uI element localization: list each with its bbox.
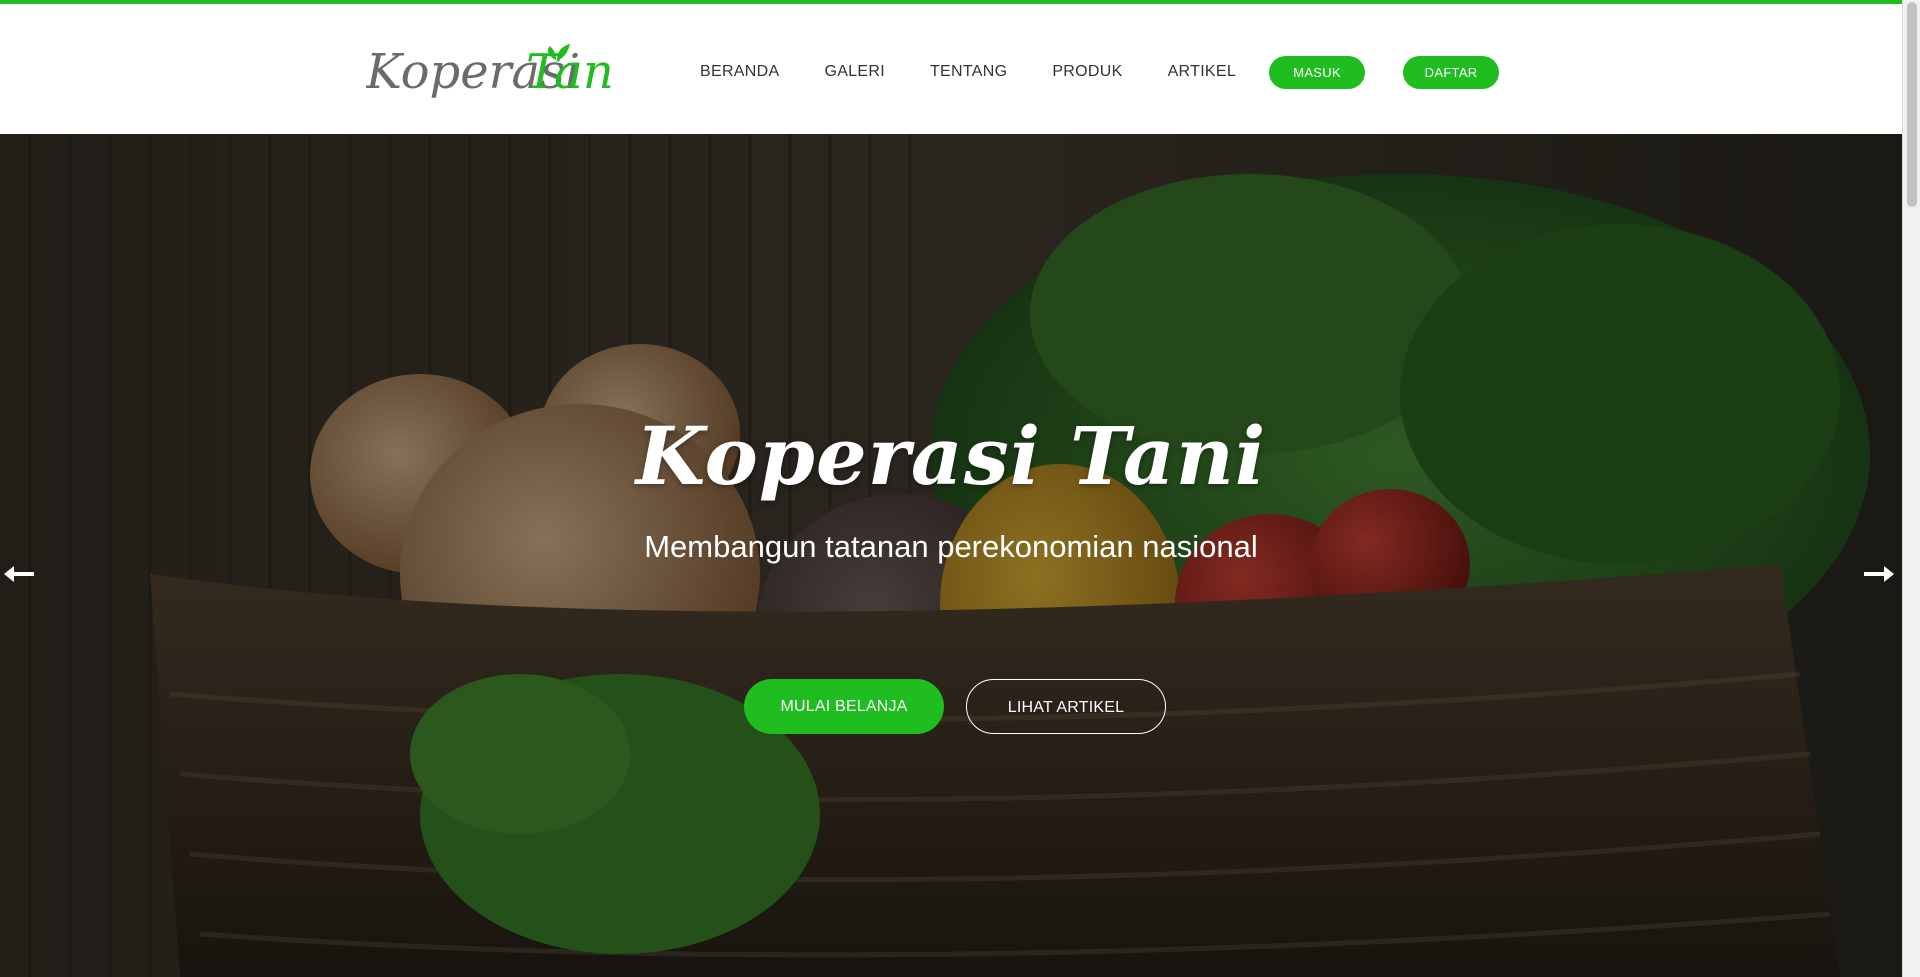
nav-produk[interactable]: PRODUK — [1052, 63, 1122, 81]
slider-prev-button[interactable] — [0, 554, 40, 594]
start-shopping-button[interactable]: MULAI BELANJA — [744, 679, 944, 734]
logo-wordmark: Koperasi Tani — [366, 44, 616, 100]
hero-subtitle: Membangun tatanan perekonomian nasional — [644, 529, 1258, 564]
nav-beranda[interactable]: BERANDA — [700, 63, 779, 81]
hero-title: Koperasi Tani — [635, 409, 1267, 503]
hero-actions: MULAI BELANJA LIHAT ARTIKEL — [0, 679, 1902, 734]
nav-galeri[interactable]: GALERI — [824, 63, 885, 81]
nav-tentang[interactable]: TENTANG — [930, 63, 1007, 81]
site-logo[interactable]: Koperasi Tani — [366, 30, 616, 100]
page-scrollbar[interactable] — [1902, 0, 1920, 977]
hero-slider: Koperasi Tani Membangun tatanan perekono… — [0, 134, 1902, 977]
login-button[interactable]: MASUK — [1269, 55, 1366, 89]
slider-next-button[interactable] — [1858, 554, 1898, 594]
arrow-left-icon — [4, 566, 34, 582]
view-articles-button[interactable]: LIHAT ARTIKEL — [966, 679, 1166, 734]
arrow-right-icon — [1864, 566, 1894, 582]
scrollbar-thumb[interactable] — [1907, 2, 1917, 207]
main-nav: BERANDA GALERI TENTANG PRODUK ARTIKEL MA… — [700, 52, 1500, 92]
nav-artikel[interactable]: ARTIKEL — [1168, 63, 1237, 81]
svg-text:Tani: Tani — [526, 44, 616, 100]
site-header: Koperasi Tani BERANDA GALERI TENTANG PRO… — [0, 4, 1902, 134]
register-button[interactable]: DAFTAR — [1403, 55, 1500, 89]
